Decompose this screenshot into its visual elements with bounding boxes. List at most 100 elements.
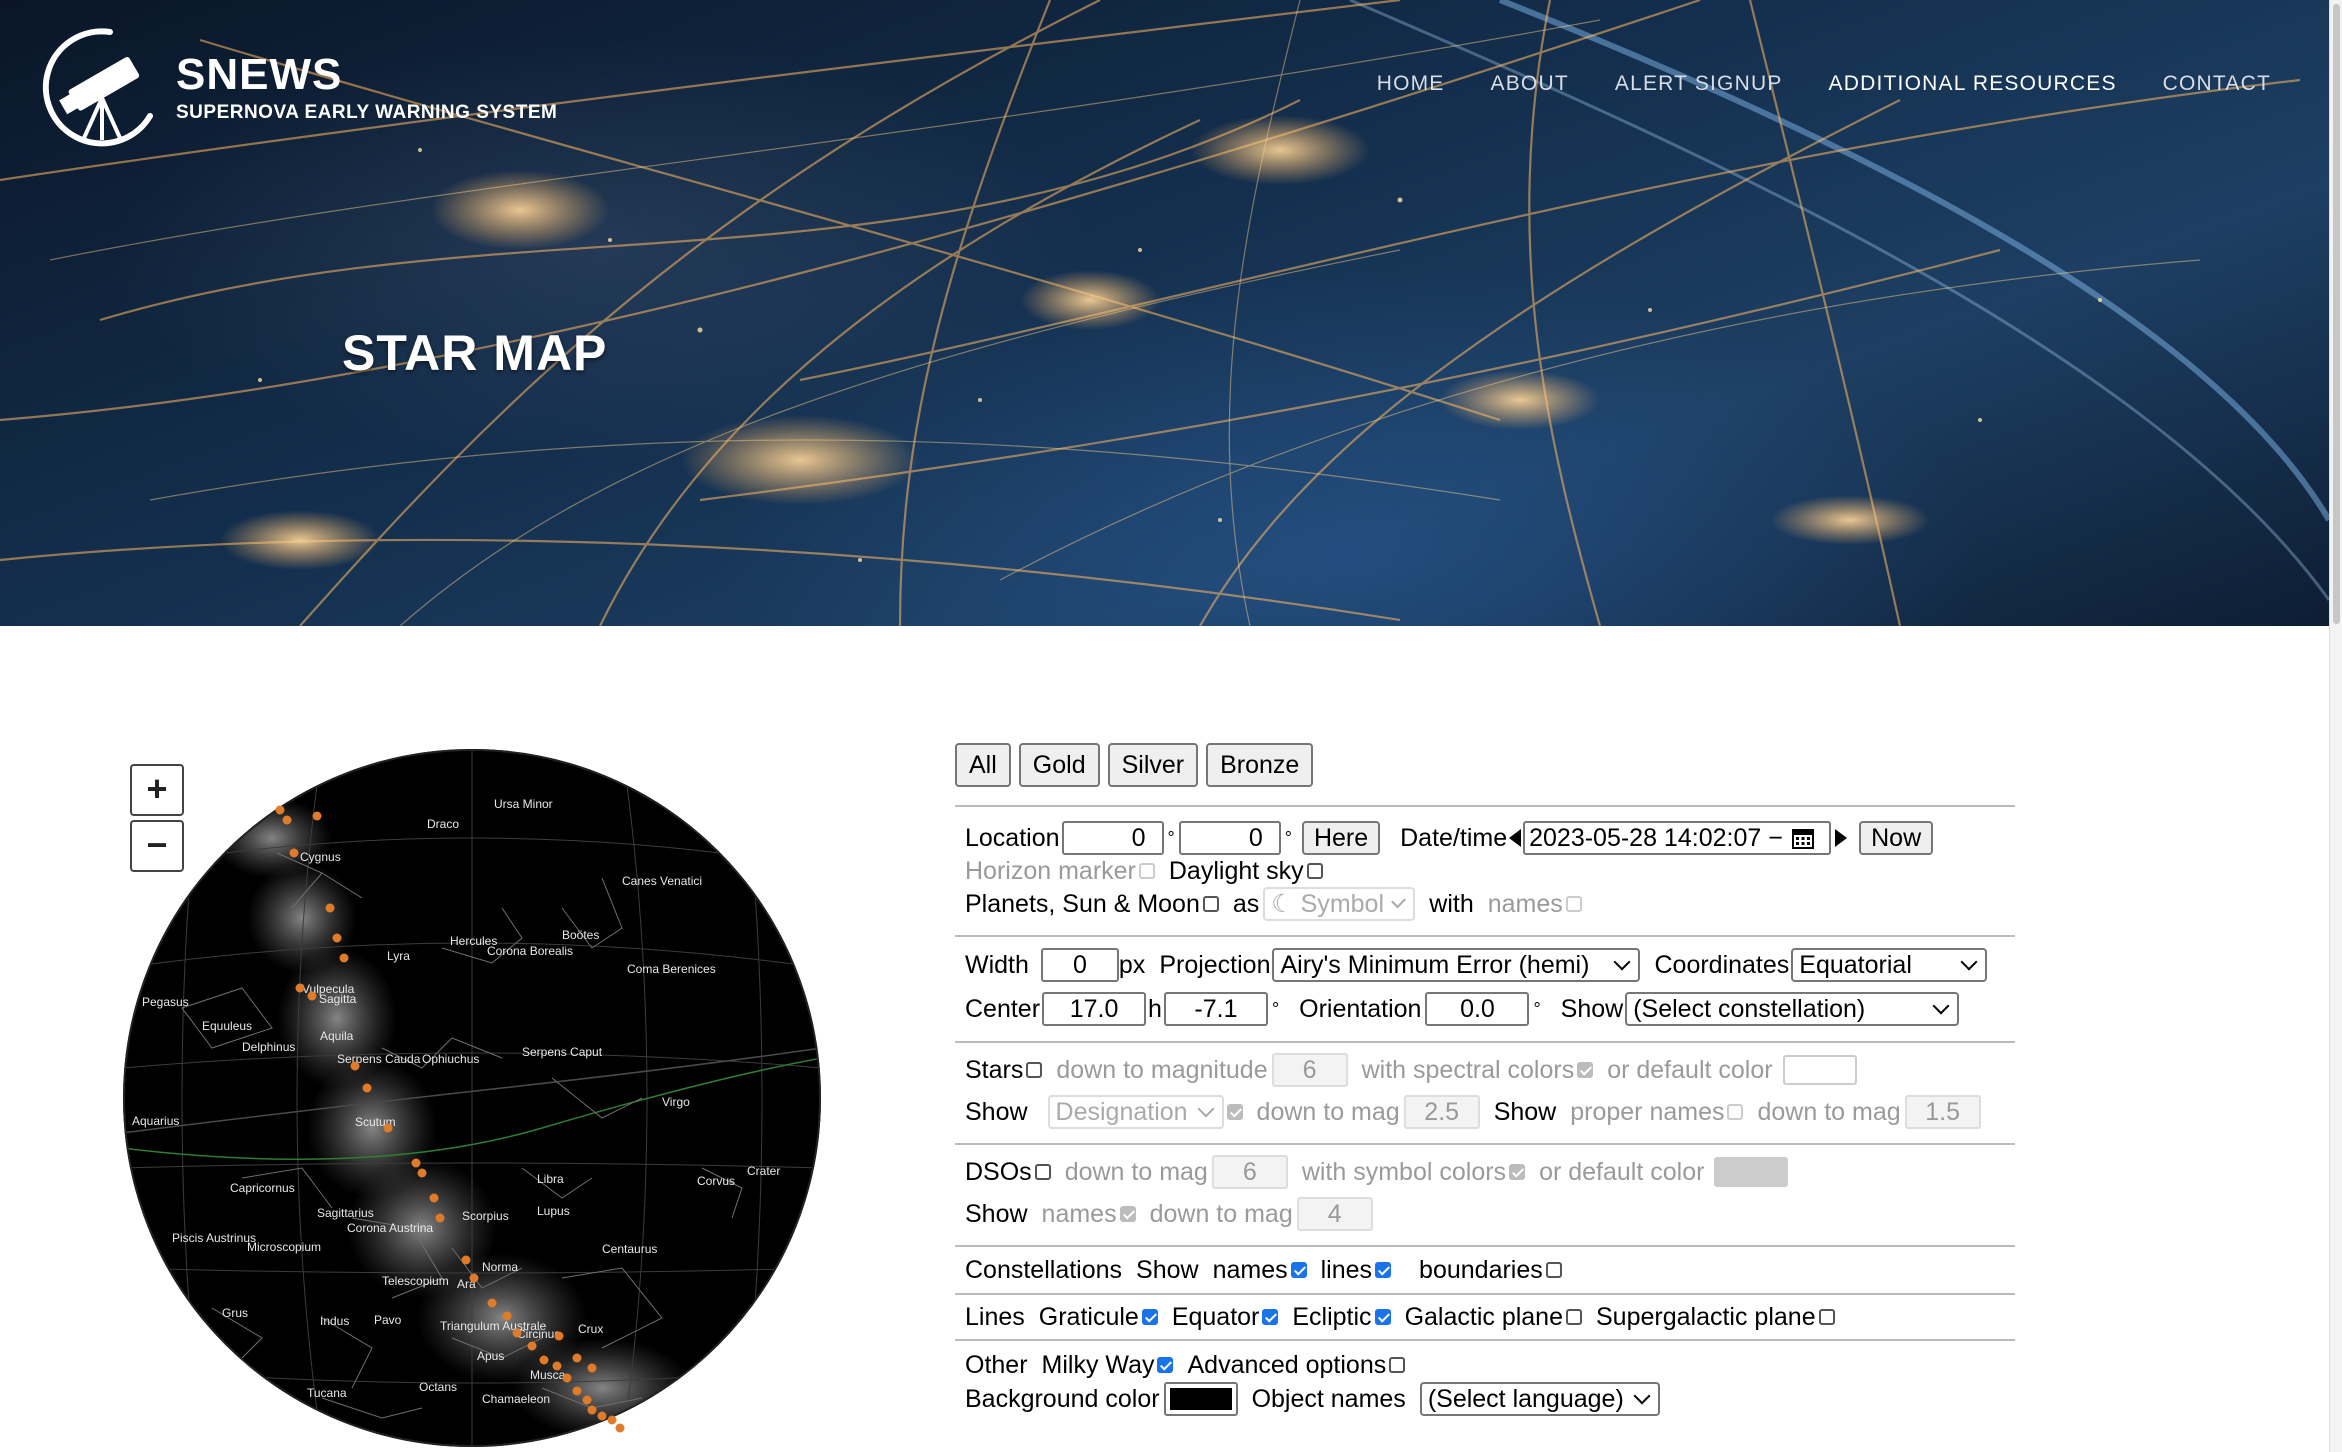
detector-marker[interactable] (307, 991, 317, 1001)
preset-gold-button[interactable]: Gold (1018, 743, 1100, 787)
language-select[interactable]: (Select language) (1419, 1382, 1660, 1416)
detector-marker[interactable] (469, 1273, 479, 1283)
datetime-next-icon[interactable] (1835, 829, 1848, 847)
preset-silver-button[interactable]: Silver (1107, 743, 1199, 787)
detector-marker[interactable] (587, 1405, 597, 1415)
dsos-default-color-swatch[interactable] (1714, 1157, 1789, 1187)
constellation-label: Piscis Austrinus (172, 1231, 256, 1245)
detector-marker[interactable] (325, 903, 335, 913)
detector-marker[interactable] (282, 815, 292, 825)
snews-logo[interactable]: SNEWS SUPERNOVA EARLY WARNING SYSTEM (40, 26, 557, 150)
constellation-select[interactable]: (Select constellation) (1625, 992, 1960, 1026)
constellations-lines-checkbox[interactable] (1375, 1262, 1392, 1278)
nav-additional-resources[interactable]: ADDITIONAL RESOURCES (1829, 72, 2117, 96)
nav-alert-signup[interactable]: ALERT SIGNUP (1615, 72, 1783, 96)
center-dec-input[interactable]: -7.1 (1163, 992, 1268, 1026)
dsos-symbol-colors-checkbox[interactable] (1509, 1164, 1526, 1180)
planets-checkbox[interactable] (1202, 896, 1219, 912)
stars-mag-input[interactable]: 6 (1271, 1053, 1348, 1087)
calendar-icon[interactable] (1791, 826, 1815, 850)
stars-spectral-checkbox[interactable] (1577, 1062, 1594, 1078)
detector-marker[interactable] (429, 1193, 439, 1203)
orientation-input[interactable]: 0.0 (1425, 992, 1530, 1026)
detector-marker[interactable] (615, 1423, 625, 1433)
detector-marker[interactable] (295, 983, 305, 993)
stars-designation-select[interactable]: Designation (1047, 1095, 1224, 1129)
detector-marker[interactable] (417, 1168, 427, 1178)
nav-contact[interactable]: CONTACT (2163, 72, 2271, 96)
width-input[interactable]: 0 (1040, 948, 1119, 982)
preset-all-button[interactable]: All (955, 743, 1011, 787)
nav-home[interactable]: HOME (1377, 72, 1445, 96)
detector-marker[interactable] (332, 933, 342, 943)
scrollbar-thumb[interactable] (2333, 4, 2340, 624)
dsos-names-mag-input[interactable]: 4 (1296, 1197, 1373, 1231)
latitude-degree-symbol: ° (1167, 827, 1175, 848)
advanced-options-checkbox[interactable] (1389, 1357, 1406, 1373)
detector-marker[interactable] (582, 1395, 592, 1405)
latitude-input[interactable]: 0 (1061, 821, 1164, 855)
milky-way-checkbox[interactable] (1157, 1357, 1174, 1373)
center-dec-degree-symbol: ° (1271, 998, 1280, 1019)
now-button[interactable]: Now (1859, 821, 1934, 855)
detector-marker[interactable] (362, 1083, 372, 1093)
detector-marker[interactable] (289, 848, 299, 858)
stars-proper-mag-input[interactable]: 1.5 (1904, 1095, 1981, 1129)
planets-symbol-select[interactable]: ☾ Symbol (1263, 887, 1416, 921)
coordinates-select[interactable]: Equatorial (1791, 948, 1988, 982)
detector-marker[interactable] (502, 1311, 512, 1321)
dsos-names-checkbox[interactable] (1119, 1206, 1136, 1222)
detector-marker[interactable] (275, 805, 285, 815)
supergalactic-plane-checkbox[interactable] (1818, 1309, 1835, 1325)
constellations-section: Constellations Show names lines boundari… (955, 1245, 2015, 1293)
detector-marker[interactable] (572, 1353, 582, 1363)
projection-select[interactable]: Airy's Minimum Error (hemi) (1272, 948, 1641, 982)
detector-marker[interactable] (339, 953, 349, 963)
stars-default-color-swatch[interactable] (1782, 1055, 1857, 1085)
background-color-swatch[interactable] (1163, 1382, 1238, 1416)
equator-label: Equator (1171, 1302, 1260, 1331)
detector-marker[interactable] (552, 1361, 562, 1371)
nav-about[interactable]: ABOUT (1491, 72, 1569, 96)
constellations-boundaries-checkbox[interactable] (1545, 1262, 1562, 1278)
here-button[interactable]: Here (1301, 821, 1381, 855)
stars-designation-mag-input[interactable]: 2.5 (1403, 1095, 1480, 1129)
detector-marker[interactable] (512, 1328, 522, 1338)
page-scrollbar[interactable] (2329, 0, 2342, 1452)
preset-bronze-button[interactable]: Bronze (1206, 743, 1314, 787)
detector-marker[interactable] (539, 1355, 549, 1365)
center-ra-input[interactable]: 17.0 (1042, 992, 1147, 1026)
dsos-mag-input[interactable]: 6 (1211, 1155, 1288, 1189)
detector-marker[interactable] (435, 1213, 445, 1223)
detector-marker[interactable] (350, 1061, 360, 1071)
graticule-checkbox[interactable] (1141, 1309, 1158, 1325)
planets-names-checkbox[interactable] (1565, 896, 1582, 912)
chevron-down-icon (1633, 1387, 1651, 1405)
stars-designation-checkbox[interactable] (1226, 1104, 1243, 1120)
dsos-checkbox[interactable] (1034, 1164, 1051, 1180)
constellations-names-checkbox[interactable] (1290, 1262, 1307, 1278)
equator-checkbox[interactable] (1262, 1309, 1279, 1325)
detector-marker[interactable] (562, 1373, 572, 1383)
longitude-input[interactable]: 0 (1178, 821, 1281, 855)
ecliptic-checkbox[interactable] (1374, 1309, 1391, 1325)
detector-marker[interactable] (587, 1363, 597, 1373)
star-map[interactable]: Ursa MinorDracoCygnusCanes VenaticiLyraH… (122, 748, 822, 1448)
detector-marker[interactable] (411, 1158, 421, 1168)
stars-proper-names-checkbox[interactable] (1727, 1104, 1744, 1120)
galactic-plane-checkbox[interactable] (1566, 1309, 1582, 1325)
datetime-prev-icon[interactable] (1509, 829, 1522, 847)
detector-marker[interactable] (527, 1341, 537, 1351)
datetime-input[interactable]: 2023-05-28 14:02:07 − (1523, 821, 1832, 855)
daylight-sky-checkbox[interactable] (1306, 863, 1323, 879)
detector-marker[interactable] (312, 811, 322, 821)
detector-marker[interactable] (383, 1123, 393, 1133)
detector-marker[interactable] (554, 1331, 564, 1341)
stars-checkbox[interactable] (1026, 1062, 1043, 1078)
detector-marker[interactable] (461, 1255, 471, 1265)
detector-marker[interactable] (597, 1411, 607, 1421)
detector-marker[interactable] (487, 1298, 497, 1308)
detector-marker[interactable] (572, 1386, 582, 1396)
detector-marker[interactable] (607, 1415, 617, 1425)
horizon-marker-checkbox[interactable] (1138, 863, 1155, 879)
